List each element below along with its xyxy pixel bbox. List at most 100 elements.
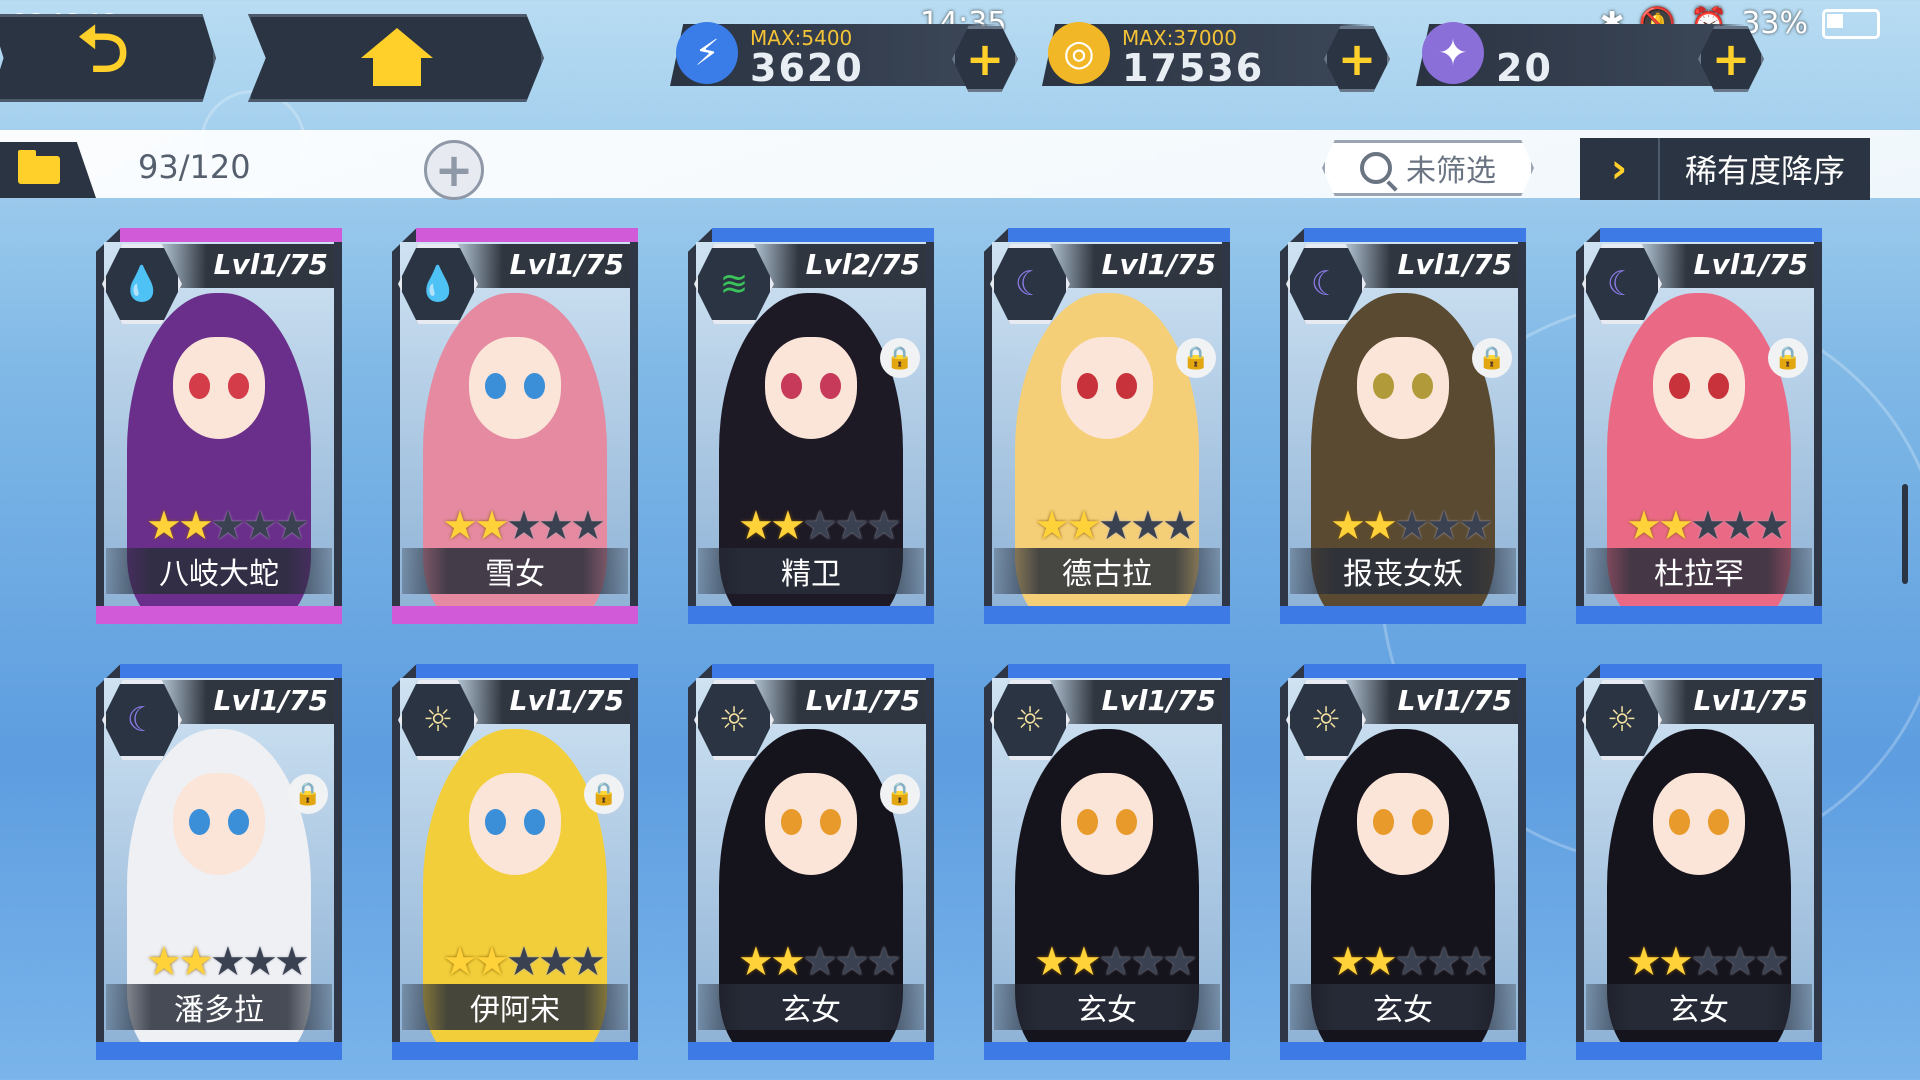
expand-slots-button[interactable]: + (424, 140, 484, 200)
portrait-eye (1077, 809, 1098, 835)
character-card[interactable]: Lvl1/75 💧 ★ ★ ★ ★ ★ 雪女 (392, 228, 638, 624)
portrait-face (765, 336, 857, 439)
rarity-glow (1280, 606, 1526, 624)
character-card[interactable]: Lvl1/75 ☼ 🔒 ★ ★ ★ ★ ★ 伊阿宋 (392, 664, 638, 1060)
portrait-eye (1669, 809, 1690, 835)
portrait-eye (524, 373, 545, 399)
portrait-eye (1116, 373, 1137, 399)
rarity-glow (688, 606, 934, 624)
star-empty-icon: ★ (1690, 939, 1726, 985)
star-rating: ★ ★ ★ ★ ★ (146, 939, 310, 985)
character-card[interactable]: Lvl1/75 ☾ 🔒 ★ ★ ★ ★ ★ 报丧女妖 (1280, 228, 1526, 624)
portrait-eye (228, 373, 249, 399)
level-label: Lvl1/75 (1693, 248, 1808, 281)
star-filled-icon: ★ (1362, 503, 1398, 549)
portrait-face (173, 772, 265, 875)
star-empty-icon: ★ (1162, 939, 1198, 985)
star-empty-icon: ★ (274, 939, 310, 985)
scrollbar[interactable] (1902, 484, 1908, 584)
portrait-face (1357, 772, 1449, 875)
star-filled-icon: ★ (442, 939, 478, 985)
portrait-face (469, 772, 561, 875)
portrait-eye (1708, 809, 1729, 835)
rarity-glow (688, 1042, 934, 1060)
character-card[interactable]: Lvl1/75 ☼ ★ ★ ★ ★ ★ 玄女 (984, 664, 1230, 1060)
lock-icon[interactable]: 🔒 (584, 774, 624, 814)
rarity-strip (416, 664, 638, 678)
lock-icon[interactable]: 🔒 (1176, 338, 1216, 378)
star-empty-icon: ★ (1690, 503, 1726, 549)
star-filled-icon: ★ (1362, 939, 1398, 985)
star-filled-icon: ★ (146, 503, 182, 549)
character-name: 报丧女妖 (1290, 548, 1516, 594)
star-filled-icon: ★ (738, 503, 774, 549)
portrait-eye (1669, 373, 1690, 399)
lock-icon[interactable]: 🔒 (880, 774, 920, 814)
level-label: Lvl1/75 (1101, 248, 1216, 281)
character-count: 93/120 (138, 148, 251, 186)
character-card[interactable]: Lvl1/75 ☼ 🔒 ★ ★ ★ ★ ★ 玄女 (688, 664, 934, 1060)
portrait-eye (1708, 373, 1729, 399)
back-button[interactable]: ⮌ (0, 14, 216, 102)
rarity-strip (1008, 228, 1230, 242)
character-card[interactable]: Lvl1/75 ☼ ★ ★ ★ ★ ★ 玄女 (1280, 664, 1526, 1060)
star-filled-icon: ★ (474, 503, 510, 549)
star-rating: ★ ★ ★ ★ ★ (1626, 503, 1790, 549)
lock-icon[interactable]: 🔒 (1472, 338, 1512, 378)
character-name: 玄女 (1586, 984, 1812, 1030)
lock-icon[interactable]: 🔒 (1768, 338, 1808, 378)
rarity-glow (392, 606, 638, 624)
character-card[interactable]: Lvl1/75 ☾ 🔒 ★ ★ ★ ★ ★ 杜拉罕 (1576, 228, 1822, 624)
filter-button[interactable]: 未筛选 (1322, 140, 1534, 196)
level-label: Lvl1/75 (1693, 684, 1808, 717)
portrait-eye (781, 809, 802, 835)
star-empty-icon: ★ (834, 503, 870, 549)
star-empty-icon: ★ (570, 503, 606, 549)
star-filled-icon: ★ (1626, 503, 1662, 549)
star-filled-icon: ★ (738, 939, 774, 985)
home-button[interactable] (248, 14, 544, 102)
star-empty-icon: ★ (210, 939, 246, 985)
character-name: 精卫 (698, 548, 924, 594)
portrait-eye (1373, 373, 1394, 399)
star-filled-icon: ★ (146, 939, 182, 985)
rarity-strip (1600, 228, 1822, 242)
star-empty-icon: ★ (506, 939, 542, 985)
portrait-face (173, 336, 265, 439)
stamina-value: 3620 (750, 46, 864, 90)
lock-icon[interactable]: 🔒 (288, 774, 328, 814)
portrait-eye (1412, 373, 1433, 399)
character-card[interactable]: Lvl1/75 ☼ ★ ★ ★ ★ ★ 玄女 (1576, 664, 1822, 1060)
star-empty-icon: ★ (274, 503, 310, 549)
lock-icon[interactable]: 🔒 (880, 338, 920, 378)
coin-icon: ◎ (1048, 22, 1110, 84)
star-filled-icon: ★ (1626, 939, 1662, 985)
character-card[interactable]: Lvl2/75 ≋ 🔒 ★ ★ ★ ★ ★ 精卫 (688, 228, 934, 624)
star-empty-icon: ★ (834, 939, 870, 985)
level-label: Lvl1/75 (213, 684, 328, 717)
crystal-icon: ✦ (1422, 22, 1484, 84)
character-card[interactable]: Lvl1/75 💧 ★ ★ ★ ★ ★ 八岐大蛇 (96, 228, 342, 624)
rarity-strip (1008, 664, 1230, 678)
character-name: 潘多拉 (106, 984, 332, 1030)
star-empty-icon: ★ (1722, 503, 1758, 549)
portrait-eye (189, 809, 210, 835)
rarity-glow (96, 606, 342, 624)
portrait-eye (1077, 373, 1098, 399)
character-name: 雪女 (402, 548, 628, 594)
star-filled-icon: ★ (178, 939, 214, 985)
star-empty-icon: ★ (242, 939, 278, 985)
star-empty-icon: ★ (538, 939, 574, 985)
character-name: 玄女 (1290, 984, 1516, 1030)
character-name: 杜拉罕 (1586, 548, 1812, 594)
character-card[interactable]: Lvl1/75 ☾ 🔒 ★ ★ ★ ★ ★ 潘多拉 (96, 664, 342, 1060)
level-label: Lvl1/75 (1397, 684, 1512, 717)
level-label: Lvl1/75 (509, 248, 624, 281)
star-empty-icon: ★ (242, 503, 278, 549)
character-name: 伊阿宋 (402, 984, 628, 1030)
sort-button[interactable]: › 稀有度降序 (1580, 138, 1870, 200)
character-card[interactable]: Lvl1/75 ☾ 🔒 ★ ★ ★ ★ ★ 德古拉 (984, 228, 1230, 624)
portrait-eye (228, 809, 249, 835)
star-empty-icon: ★ (210, 503, 246, 549)
level-label: Lvl2/75 (805, 248, 920, 281)
